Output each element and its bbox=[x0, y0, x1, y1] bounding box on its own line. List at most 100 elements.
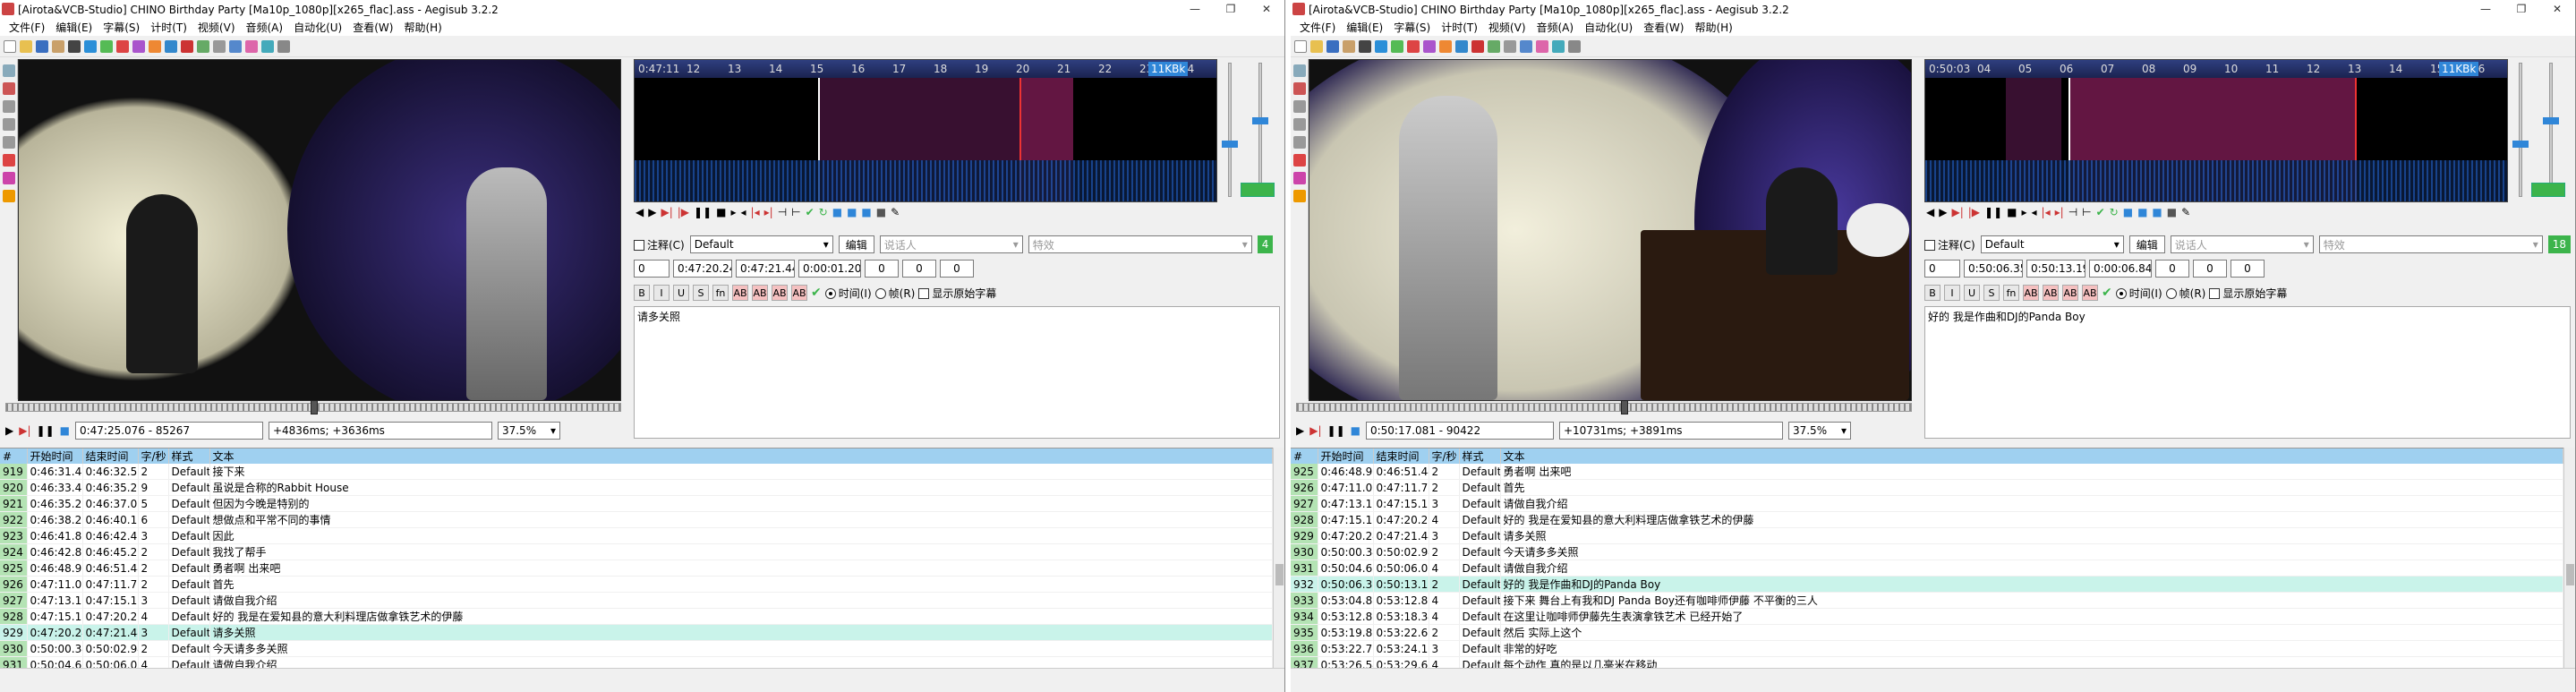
layer-spin[interactable]: 0 bbox=[634, 260, 670, 278]
properties-icon[interactable] bbox=[100, 39, 113, 53]
edit-style-button[interactable]: 编辑 bbox=[2128, 235, 2165, 253]
menu-video[interactable]: 视频(V) bbox=[192, 20, 241, 35]
commit-icon[interactable]: ✔ bbox=[2096, 206, 2105, 218]
translation-assistant-icon[interactable] bbox=[229, 39, 242, 53]
menu-help[interactable]: 帮助(H) bbox=[1689, 20, 1737, 35]
next-line-icon[interactable]: ▶ bbox=[648, 206, 656, 218]
grid-scrollbar[interactable] bbox=[1273, 448, 1284, 668]
scroll-thumb[interactable] bbox=[1275, 564, 1284, 585]
outline-color-button[interactable]: AB bbox=[2062, 285, 2078, 301]
find-icon[interactable] bbox=[1439, 39, 1452, 53]
clip-icon[interactable] bbox=[3, 154, 15, 167]
slider-knob[interactable] bbox=[2543, 117, 2559, 124]
kanji-timer-icon[interactable] bbox=[213, 39, 226, 53]
secondary-color-button[interactable]: AB bbox=[752, 285, 768, 301]
play-selection-icon[interactable]: ▶| bbox=[1951, 206, 1963, 218]
table-row[interactable]: 9290:47:20.240:47:21.443Default请多关照 bbox=[1291, 527, 2563, 544]
table-row[interactable]: 9280:47:15.160:47:20.204Default好的 我是在爱知县… bbox=[0, 608, 1273, 625]
col-text[interactable]: 文本 bbox=[209, 449, 1273, 464]
audio-volume-slider[interactable] bbox=[1222, 63, 1238, 197]
table-row[interactable]: 9310:50:04.680:50:06.054Default请做自我介绍 bbox=[0, 656, 1273, 668]
actor-field[interactable]: 说话人 ▾ bbox=[2170, 235, 2314, 253]
autoscroll-audio-icon[interactable]: ■ bbox=[861, 206, 871, 218]
table-row[interactable]: 9310:50:04.680:50:06.054Default请做自我介绍 bbox=[1291, 560, 2563, 577]
play-current-icon[interactable]: |▶ bbox=[1968, 206, 1980, 218]
play-line-icon[interactable]: ▶| bbox=[19, 424, 30, 437]
play-icon[interactable]: ▶ bbox=[5, 424, 13, 437]
grid-scrollbar[interactable] bbox=[2563, 448, 2575, 668]
rotate-z-icon[interactable] bbox=[1293, 100, 1306, 113]
styles-manager-icon[interactable] bbox=[1407, 39, 1420, 53]
timing-post-processor-icon[interactable] bbox=[197, 39, 209, 53]
menu-subtitle[interactable]: 字幕(S) bbox=[1388, 20, 1436, 35]
play-line-icon[interactable]: ▶| bbox=[1309, 424, 1321, 437]
menu-file[interactable]: 文件(F) bbox=[4, 20, 50, 35]
margin-vertical-field[interactable]: 0 bbox=[2231, 260, 2265, 278]
lead-out-icon[interactable]: ⊢ bbox=[791, 206, 800, 218]
menu-timing[interactable]: 计时(T) bbox=[1436, 20, 1483, 35]
timing-post-processor-icon[interactable] bbox=[1488, 39, 1500, 53]
bold-button[interactable]: B bbox=[634, 285, 650, 301]
frame-radio[interactable]: 帧(R) bbox=[2165, 286, 2205, 301]
margin-left-field[interactable]: 0 bbox=[2155, 260, 2189, 278]
margin-left-field[interactable]: 0 bbox=[865, 260, 899, 278]
radio-dot[interactable] bbox=[2165, 288, 2177, 299]
col-start[interactable]: 开始时间 bbox=[27, 449, 83, 464]
slider-knob[interactable] bbox=[1222, 141, 1238, 148]
open-file-icon[interactable] bbox=[20, 39, 32, 53]
autoscroll-audio-icon[interactable]: ■ bbox=[2152, 206, 2162, 218]
show-original-checkbox[interactable]: 显示原始字幕 bbox=[2209, 286, 2287, 301]
audio-display[interactable]: 0:47:11 12 13 14 15 16 17 18 19 20 21 22… bbox=[634, 59, 1217, 202]
pause-audio-icon[interactable]: ❚❚ bbox=[1984, 206, 2002, 218]
effect-field[interactable]: 特效 ▾ bbox=[1028, 235, 1252, 253]
underline-button[interactable]: U bbox=[1964, 285, 1980, 301]
subtitle-grid[interactable]: # 开始时间 结束时间 字/秒 样式 文本 9250:46:48.970:46:… bbox=[1291, 448, 2563, 668]
col-start[interactable]: 开始时间 bbox=[1318, 449, 1374, 464]
stop-icon[interactable]: ■ bbox=[716, 206, 726, 218]
table-row[interactable]: 9320:50:06.350:50:13.192Default好的 我是作曲和D… bbox=[1291, 576, 2563, 593]
col-number[interactable]: # bbox=[0, 449, 28, 464]
attachments-icon[interactable] bbox=[1423, 39, 1436, 53]
subtitle-text-editor[interactable]: 好的 我是作曲和DJ的Panda Boy bbox=[1924, 306, 2571, 439]
table-row[interactable]: 9210:46:35.290:46:37.095Default但因为今晚是特别的 bbox=[0, 495, 1273, 512]
effect-field[interactable]: 特效 ▾ bbox=[2318, 235, 2543, 253]
menu-file[interactable]: 文件(F) bbox=[1294, 20, 1341, 35]
comment-checkbox[interactable]: 注释(C) bbox=[1924, 237, 1975, 252]
col-number[interactable]: # bbox=[1291, 449, 1318, 464]
style-select[interactable]: Default ▾ bbox=[689, 235, 833, 253]
next-line-icon[interactable]: ▶ bbox=[1939, 206, 1947, 218]
help-icon[interactable] bbox=[1293, 190, 1306, 202]
checkbox-box[interactable] bbox=[2209, 288, 2221, 299]
table-row[interactable]: 9200:46:33.460:46:35.269Default虽说是合称的Rab… bbox=[0, 479, 1273, 496]
end-time-field[interactable]: 0:50:13.19 bbox=[2026, 260, 2086, 278]
table-row[interactable]: 9270:47:13.160:47:15.133Default请做自我介绍 bbox=[0, 592, 1273, 609]
time-radio[interactable]: 时间(I) bbox=[824, 286, 872, 301]
col-cps[interactable]: 字/秒 bbox=[138, 449, 169, 464]
open-video-icon[interactable] bbox=[52, 39, 64, 53]
autoscroll-icon[interactable]: ■ bbox=[60, 424, 70, 437]
video-seek-bar[interactable] bbox=[1296, 400, 1912, 414]
resample-icon[interactable] bbox=[1536, 39, 1548, 53]
save-icon[interactable] bbox=[1326, 39, 1339, 53]
properties-icon[interactable] bbox=[1391, 39, 1403, 53]
vector-clip-icon[interactable] bbox=[1293, 172, 1306, 184]
menu-help[interactable]: 帮助(H) bbox=[398, 20, 447, 35]
table-row[interactable]: 9350:53:19.870:53:22.672Default然后 实际上这个 bbox=[1291, 624, 2563, 641]
seek-thumb[interactable] bbox=[1621, 400, 1628, 414]
table-row[interactable]: 9360:53:22.710:53:24.183Default非常的好吃 bbox=[1291, 640, 2563, 657]
frame-radio[interactable]: 帧(R) bbox=[874, 286, 915, 301]
lead-out-icon[interactable]: ⊢ bbox=[2082, 206, 2091, 218]
menu-audio[interactable]: 音频(A) bbox=[1531, 20, 1580, 35]
scroll-thumb[interactable] bbox=[2566, 564, 2574, 585]
menu-edit[interactable]: 编辑(E) bbox=[50, 20, 98, 35]
prev-line-icon[interactable]: ◀ bbox=[635, 206, 644, 218]
checkbox-box[interactable] bbox=[918, 288, 930, 299]
rotate-xy-icon[interactable] bbox=[1293, 118, 1306, 131]
standard-tool-icon[interactable] bbox=[3, 64, 15, 77]
menu-edit[interactable]: 编辑(E) bbox=[1341, 20, 1388, 35]
play-after-icon[interactable]: ◂ bbox=[2032, 206, 2037, 218]
scale-icon[interactable] bbox=[1293, 136, 1306, 149]
automation-icon[interactable] bbox=[1375, 39, 1387, 53]
replace-icon[interactable] bbox=[165, 39, 177, 53]
audio-display[interactable]: 0:50:03 04 05 06 07 08 09 10 11 12 13 14… bbox=[1924, 59, 2508, 202]
